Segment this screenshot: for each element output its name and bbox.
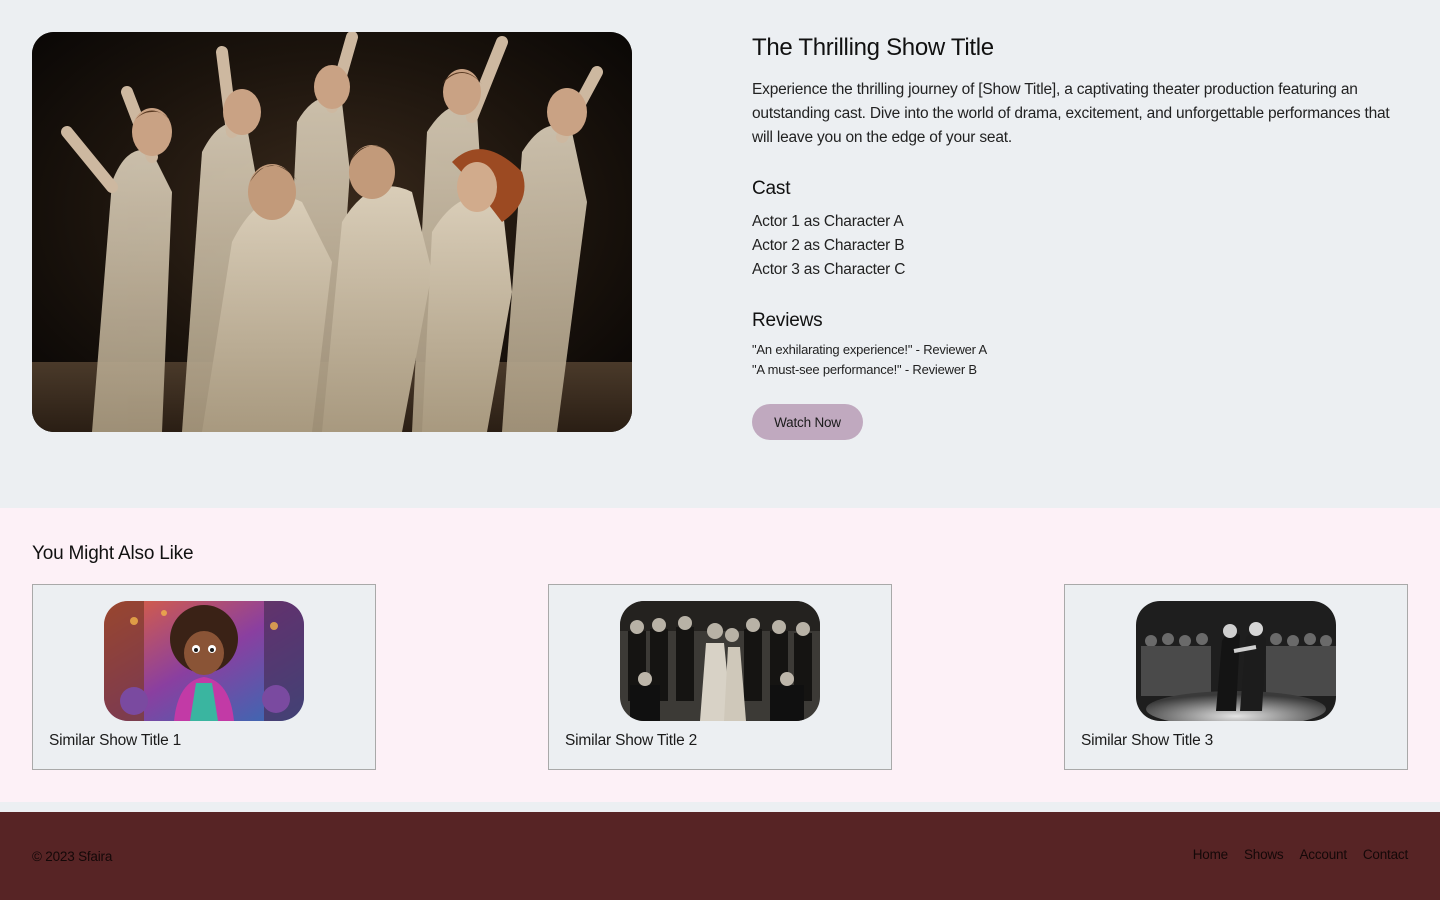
show-description: Experience the thrilling journey of [Sho…	[752, 81, 1390, 146]
reviews-list: "An exhilarating experience!" - Reviewer…	[752, 340, 1412, 380]
footer-nav: Home Shows Account Contact	[1193, 846, 1408, 864]
footer-spacer	[0, 802, 1440, 812]
cast-item: Actor 1 as Character A	[752, 213, 904, 230]
show-hero-image	[32, 32, 632, 432]
similar-show-thumbnail	[1136, 601, 1336, 721]
cast-list: Actor 1 as Character A Actor 2 as Charac…	[752, 210, 1412, 282]
review-item: "A must-see performance!" - Reviewer B	[752, 362, 977, 377]
cast-item: Actor 2 as Character B	[752, 237, 905, 254]
similar-show-title: Similar Show Title 2	[565, 732, 698, 749]
footer-link-shows[interactable]: Shows	[1244, 846, 1284, 864]
site-footer: © 2023 Sfaira Home Shows Account Contact	[0, 812, 1440, 900]
similar-show-thumbnail	[104, 601, 304, 721]
show-title: The Thrilling Show Title	[752, 34, 994, 61]
similar-show-card[interactable]: Similar Show Title 3	[1064, 584, 1408, 770]
similar-shows-heading: You Might Also Like	[32, 543, 194, 564]
similar-show-card[interactable]: Similar Show Title 1	[32, 584, 376, 770]
show-details: The Thrilling Show Title Experience the …	[752, 32, 1412, 440]
copyright-text: © 2023 Sfaira	[32, 849, 113, 864]
watch-now-button[interactable]: Watch Now	[752, 404, 863, 440]
reviews-heading: Reviews	[752, 310, 823, 331]
similar-show-title: Similar Show Title 1	[49, 732, 182, 749]
cast-heading: Cast	[752, 178, 791, 199]
similar-show-title: Similar Show Title 3	[1081, 732, 1214, 749]
similar-show-thumbnail	[620, 601, 820, 721]
footer-link-home[interactable]: Home	[1193, 846, 1228, 864]
cast-item: Actor 3 as Character C	[752, 261, 906, 278]
similar-shows-section: You Might Also Like Similar Show Title 1…	[0, 508, 1440, 802]
review-item: "An exhilarating experience!" - Reviewer…	[752, 342, 987, 357]
footer-link-account[interactable]: Account	[1299, 846, 1347, 864]
footer-link-contact[interactable]: Contact	[1363, 846, 1408, 864]
similar-show-card[interactable]: Similar Show Title 2	[548, 584, 892, 770]
show-detail-section: The Thrilling Show Title Experience the …	[0, 0, 1440, 508]
